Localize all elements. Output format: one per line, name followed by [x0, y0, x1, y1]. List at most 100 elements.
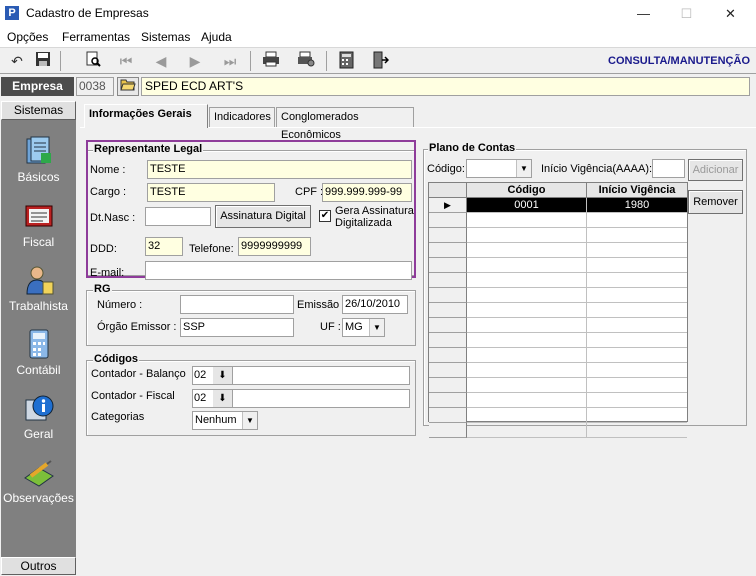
- menu-ferramentas[interactable]: Ferramentas: [62, 30, 130, 44]
- grid-cell-codigo[interactable]: [467, 258, 587, 272]
- grid-cell-inicio-vigencia[interactable]: [587, 378, 687, 392]
- table-row[interactable]: [467, 213, 687, 228]
- grid-row-indicator[interactable]: [429, 363, 467, 378]
- tab-informacoes-gerais[interactable]: Informações Gerais: [84, 104, 208, 128]
- grid-row-indicator[interactable]: [429, 273, 467, 288]
- grid-row-indicator[interactable]: [429, 228, 467, 243]
- table-row[interactable]: [467, 303, 687, 318]
- grid-cell-codigo[interactable]: [467, 273, 587, 287]
- grid-cell-inicio-vigencia[interactable]: [587, 363, 687, 377]
- grid-row-indicator[interactable]: [429, 378, 467, 393]
- empresa-name-field[interactable]: SPED ECD ART'S: [141, 77, 750, 96]
- sidebar-item-geral[interactable]: Geral: [1, 388, 76, 448]
- grid-cell-codigo[interactable]: [467, 318, 587, 332]
- grid-cell-inicio-vigencia[interactable]: [587, 393, 687, 407]
- grid-cell-inicio-vigencia[interactable]: [587, 258, 687, 272]
- table-row[interactable]: 0001 1980: [467, 198, 687, 213]
- grid-header-inicio-vigencia[interactable]: Início Vigência: [587, 183, 687, 198]
- grid-cell-inicio-vigencia[interactable]: [587, 408, 687, 422]
- tab-conglomerados[interactable]: Conglomerados Econômicos: [276, 107, 414, 141]
- categorias-select[interactable]: Nenhum ▼: [192, 411, 258, 430]
- grid-header-codigo[interactable]: Código: [467, 183, 587, 198]
- grid-cell-inicio-vigencia[interactable]: [587, 213, 687, 227]
- chevron-down-icon[interactable]: ▼: [242, 412, 257, 429]
- cargo-field[interactable]: TESTE: [147, 183, 275, 202]
- grid-row-indicator[interactable]: [429, 303, 467, 318]
- nome-field[interactable]: TESTE: [147, 160, 412, 179]
- lookup-arrow-icon[interactable]: ⬇: [213, 367, 233, 384]
- uf-select[interactable]: MG ▼: [342, 318, 385, 337]
- grid-row-indicator[interactable]: [429, 288, 467, 303]
- orgao-emissor-field[interactable]: SSP: [180, 318, 294, 337]
- table-row[interactable]: [467, 258, 687, 273]
- grid-cell-codigo[interactable]: [467, 408, 587, 422]
- grid-cell-inicio-vigencia[interactable]: [587, 423, 687, 437]
- grid-row-indicator[interactable]: [429, 243, 467, 258]
- open-folder-button[interactable]: [117, 77, 139, 96]
- grid-cell-codigo[interactable]: [467, 243, 587, 257]
- grid-cell-codigo[interactable]: [467, 363, 587, 377]
- previous-record-icon[interactable]: ◀: [151, 51, 171, 71]
- grid-cell-inicio-vigencia[interactable]: [587, 333, 687, 347]
- grid-cell-codigo[interactable]: [467, 213, 587, 227]
- menu-opcoes[interactable]: Opções: [7, 30, 48, 44]
- undo-icon[interactable]: ↶: [7, 51, 27, 71]
- table-row[interactable]: [467, 243, 687, 258]
- grid-cell-inicio-vigencia[interactable]: [587, 318, 687, 332]
- grid-cell-inicio-vigencia[interactable]: 1980: [587, 198, 687, 212]
- grid-cell-codigo[interactable]: [467, 393, 587, 407]
- sidebar-item-observacoes[interactable]: Observações: [1, 452, 76, 512]
- sidebar-item-fiscal[interactable]: Fiscal: [1, 196, 76, 256]
- grid-row-indicator[interactable]: [429, 408, 467, 423]
- sidebar-header-sistemas[interactable]: Sistemas: [1, 101, 76, 120]
- grid-row-indicator[interactable]: [429, 393, 467, 408]
- maximize-button[interactable]: ☐: [664, 0, 709, 27]
- grid-row-indicator[interactable]: [429, 258, 467, 273]
- tab-indicadores[interactable]: Indicadores: [209, 107, 275, 127]
- table-row[interactable]: [467, 348, 687, 363]
- table-row[interactable]: [467, 423, 687, 438]
- grid-row-indicator[interactable]: [429, 213, 467, 228]
- sidebar-footer-outros[interactable]: Outros: [1, 557, 76, 575]
- remover-button[interactable]: Remover: [688, 190, 743, 214]
- grid-cell-codigo[interactable]: [467, 378, 587, 392]
- calculator-icon[interactable]: [337, 51, 357, 71]
- grid-row-indicator[interactable]: [429, 348, 467, 363]
- rg-emissao-field[interactable]: 26/10/2010: [342, 295, 408, 314]
- grid-row-indicator[interactable]: [429, 333, 467, 348]
- grid-cell-codigo[interactable]: 0001: [467, 198, 587, 212]
- save-icon[interactable]: [33, 51, 53, 71]
- table-row[interactable]: [467, 273, 687, 288]
- next-record-icon[interactable]: ▶: [185, 51, 205, 71]
- plano-codigo-select[interactable]: ▼: [466, 159, 532, 178]
- grid-cell-codigo[interactable]: [467, 288, 587, 302]
- menu-sistemas[interactable]: Sistemas: [141, 30, 190, 44]
- adicionar-button[interactable]: Adicionar: [688, 159, 743, 181]
- ddd-field[interactable]: 32: [145, 237, 183, 256]
- grid-row-indicator[interactable]: [429, 423, 467, 438]
- table-row[interactable]: [467, 288, 687, 303]
- print-setup-icon[interactable]: [296, 51, 316, 71]
- chevron-down-icon[interactable]: ▼: [369, 319, 384, 336]
- last-record-icon[interactable]: ⏭: [220, 51, 240, 71]
- table-row[interactable]: [467, 363, 687, 378]
- grid-cell-codigo[interactable]: [467, 303, 587, 317]
- contador-fiscal-field[interactable]: 02 ⬇: [192, 389, 410, 408]
- inicio-vigencia-field[interactable]: [652, 159, 685, 178]
- table-row[interactable]: [467, 333, 687, 348]
- table-row[interactable]: [467, 228, 687, 243]
- sidebar-item-trabalhista[interactable]: Trabalhista: [1, 260, 76, 320]
- grid-cell-inicio-vigencia[interactable]: [587, 288, 687, 302]
- grid-cell-inicio-vigencia[interactable]: [587, 348, 687, 362]
- lookup-arrow-icon[interactable]: ⬇: [213, 390, 233, 407]
- close-button[interactable]: ✕: [708, 0, 753, 27]
- chevron-down-icon[interactable]: ▼: [516, 160, 531, 177]
- exit-icon[interactable]: [370, 51, 390, 71]
- gera-assinatura-checkbox[interactable]: ✔: [319, 210, 331, 222]
- preview-icon[interactable]: [83, 51, 103, 71]
- grid-cell-inicio-vigencia[interactable]: [587, 243, 687, 257]
- rg-numero-field[interactable]: [180, 295, 294, 314]
- assinatura-digital-button[interactable]: Assinatura Digital: [215, 205, 311, 228]
- grid-row-indicator[interactable]: [429, 318, 467, 333]
- sidebar-item-contabil[interactable]: Contábil: [1, 324, 76, 384]
